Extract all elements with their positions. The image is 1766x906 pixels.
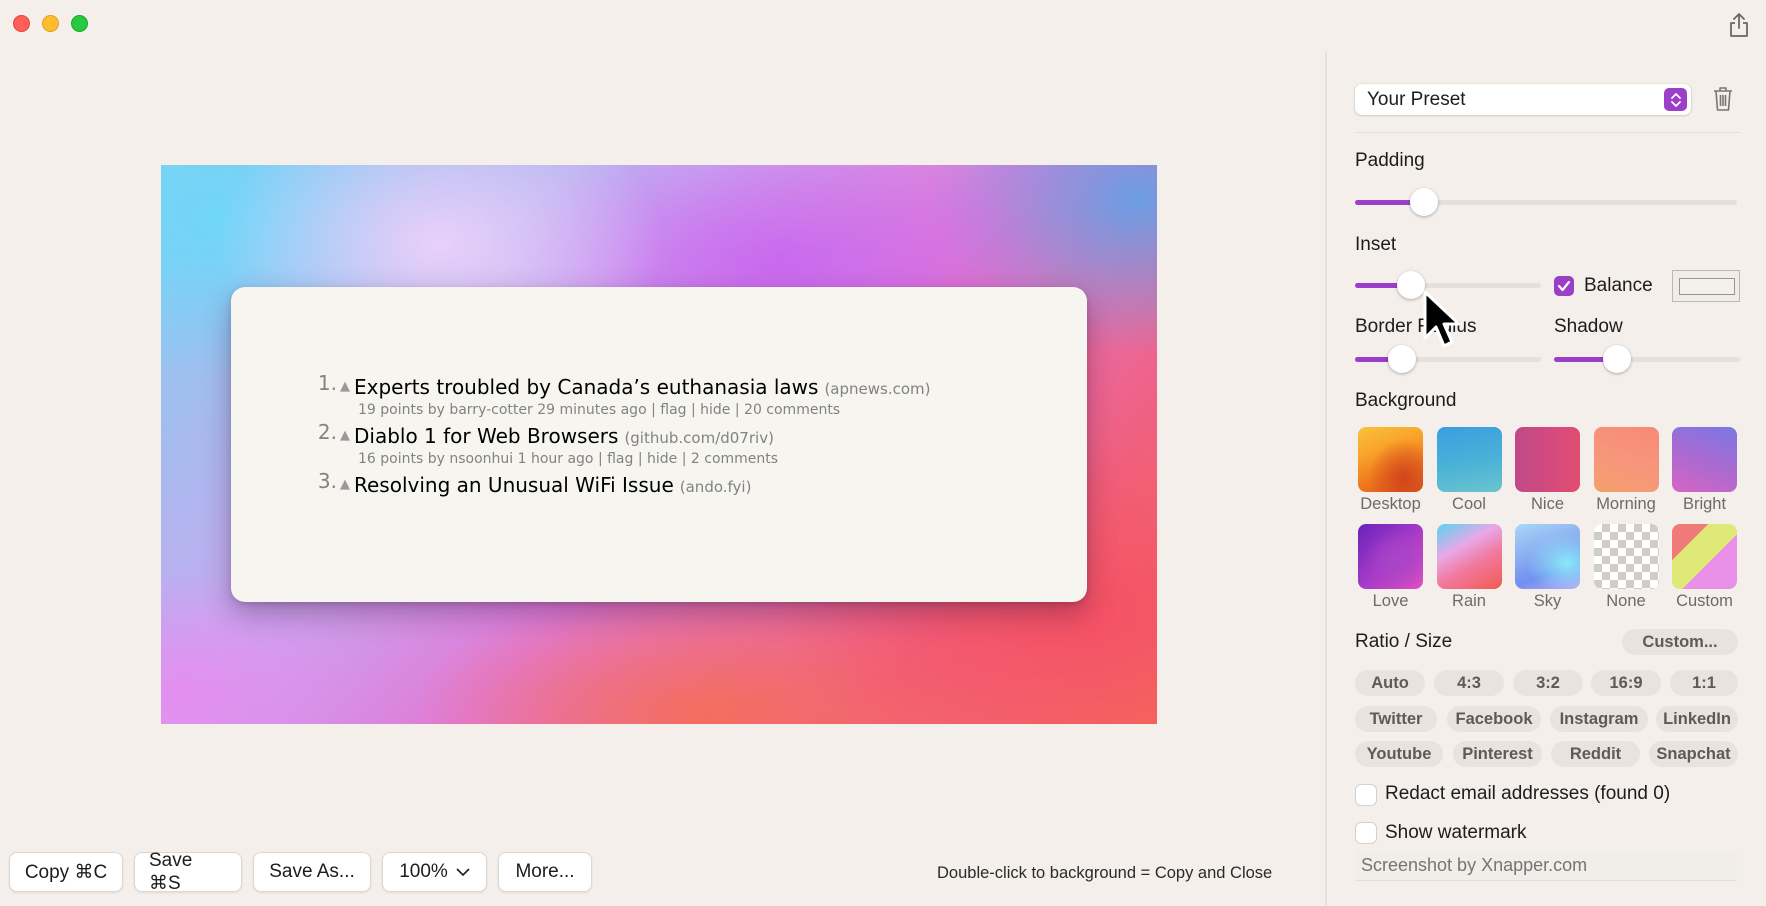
- size-instagram[interactable]: Instagram: [1550, 706, 1648, 732]
- settings-sidebar: Your Preset Padding Inset Balance Border…: [1355, 0, 1740, 906]
- sidebar-divider: [1325, 52, 1327, 906]
- story-rank: 3.: [317, 469, 337, 493]
- story-subtext: 16 points by nsoonhui 1 hour ago | flag …: [358, 451, 779, 467]
- background-none[interactable]: None: [1593, 524, 1659, 611]
- slider-knob[interactable]: [1387, 345, 1416, 373]
- show-watermark-label: Show watermark: [1385, 822, 1527, 843]
- list-item: 1. ▲ Experts troubled by Canada’s euthan…: [309, 371, 931, 418]
- story-subtext: 19 points by barry-cotter 29 minutes ago…: [358, 402, 841, 418]
- padding-slider[interactable]: [1355, 188, 1737, 216]
- size-reddit[interactable]: Reddit: [1551, 741, 1640, 767]
- size-snapchat[interactable]: Snapchat: [1649, 741, 1738, 767]
- background-custom[interactable]: Custom: [1672, 524, 1737, 611]
- shadow-label: Shadow: [1554, 316, 1623, 337]
- background-bright[interactable]: Bright: [1672, 427, 1737, 514]
- shadow-slider[interactable]: [1554, 345, 1740, 373]
- background-love[interactable]: Love: [1358, 524, 1423, 611]
- trash-icon: [1714, 87, 1732, 111]
- zoom-window-button[interactable]: [71, 15, 88, 32]
- background-sky[interactable]: Sky: [1515, 524, 1580, 611]
- list-item: 3. ▲ Resolving an Unusual WiFi Issue (an…: [309, 469, 931, 497]
- close-window-button[interactable]: [13, 15, 30, 32]
- size-linkedin[interactable]: LinkedIn: [1656, 706, 1738, 732]
- story-rank: 2.: [317, 420, 337, 444]
- border-radius-slider[interactable]: [1355, 345, 1541, 373]
- padding-label: Padding: [1355, 150, 1425, 171]
- ratio-size-label: Ratio / Size: [1355, 631, 1453, 652]
- border-radius-label: Border Radius: [1355, 316, 1477, 337]
- balance-checkbox[interactable]: [1554, 276, 1574, 296]
- story-site: (apnews.com): [824, 380, 931, 398]
- ratio-1-1[interactable]: 1:1: [1670, 670, 1738, 696]
- upvote-icon: ▲: [340, 428, 350, 443]
- ratio-16-9[interactable]: 16:9: [1591, 670, 1661, 696]
- size-twitter[interactable]: Twitter: [1355, 706, 1437, 732]
- zoom-level-dropdown[interactable]: 100%: [382, 852, 487, 892]
- background-cool[interactable]: Cool: [1436, 427, 1502, 514]
- story-rank: 1.: [317, 371, 337, 395]
- bottom-toolbar: Copy ⌘C Save ⌘S Save As... 100% More...: [9, 850, 592, 894]
- inset-slider[interactable]: [1355, 271, 1541, 299]
- background-desktop[interactable]: Desktop: [1358, 427, 1423, 514]
- background-label: Background: [1355, 390, 1457, 411]
- window-controls: [13, 15, 88, 32]
- ratio-4-3[interactable]: 4:3: [1434, 670, 1504, 696]
- screenshot-canvas[interactable]: 1. ▲ Experts troubled by Canada’s euthan…: [161, 165, 1157, 724]
- size-pinterest[interactable]: Pinterest: [1453, 741, 1542, 767]
- custom-size-button[interactable]: Custom...: [1622, 629, 1738, 655]
- copy-button[interactable]: Copy ⌘C: [9, 852, 123, 892]
- save-button[interactable]: Save ⌘S: [134, 850, 242, 894]
- story-title: Resolving an Unusual WiFi Issue: [354, 473, 674, 497]
- slider-knob[interactable]: [1409, 188, 1438, 216]
- slider-knob[interactable]: [1396, 271, 1425, 299]
- checkmark-icon: [1557, 280, 1571, 292]
- ratio-3-2[interactable]: 3:2: [1513, 670, 1583, 696]
- background-rain[interactable]: Rain: [1436, 524, 1502, 611]
- hn-story-list: 1. ▲ Experts troubled by Canada’s euthan…: [309, 371, 931, 503]
- zoom-level-value: 100%: [399, 861, 448, 882]
- save-as-button[interactable]: Save As...: [253, 852, 371, 892]
- delete-preset-button[interactable]: [1712, 86, 1734, 112]
- redact-email-label: Redact email addresses (found 0): [1385, 783, 1671, 804]
- more-button[interactable]: More...: [498, 852, 592, 892]
- size-youtube[interactable]: Youtube: [1355, 741, 1443, 767]
- up-down-chevron-icon: [1664, 88, 1687, 111]
- background-morning[interactable]: Morning: [1593, 427, 1659, 514]
- size-facebook[interactable]: Facebook: [1447, 706, 1541, 732]
- preset-select[interactable]: Your Preset: [1355, 84, 1691, 115]
- list-item: 2. ▲ Diablo 1 for Web Browsers (github.c…: [309, 420, 931, 467]
- hint-text: Double-click to background = Copy and Cl…: [937, 864, 1273, 882]
- background-options: Desktop Cool Nice Morning Bright Love Ra…: [1358, 427, 1737, 611]
- background-nice[interactable]: Nice: [1515, 427, 1580, 514]
- redact-email-checkbox[interactable]: [1356, 785, 1376, 805]
- story-title: Experts troubled by Canada’s euthanasia …: [354, 375, 819, 399]
- chevron-down-icon: [456, 867, 470, 876]
- minimize-window-button[interactable]: [42, 15, 59, 32]
- watermark-text-input[interactable]: [1355, 851, 1737, 881]
- upvote-icon: ▲: [340, 379, 350, 394]
- inset-color-well[interactable]: [1672, 270, 1740, 302]
- story-site: (github.com/d07riv): [624, 429, 774, 447]
- upvote-icon: ▲: [340, 477, 350, 492]
- show-watermark-checkbox[interactable]: [1356, 823, 1376, 843]
- preset-value: Your Preset: [1367, 88, 1466, 110]
- balance-label: Balance: [1584, 275, 1653, 296]
- screenshot-card: 1. ▲ Experts troubled by Canada’s euthan…: [231, 287, 1087, 602]
- ratio-auto[interactable]: Auto: [1355, 670, 1425, 696]
- story-title: Diablo 1 for Web Browsers: [354, 424, 619, 448]
- story-site: (ando.fyi): [679, 478, 752, 496]
- slider-knob[interactable]: [1603, 345, 1632, 373]
- inset-label: Inset: [1355, 234, 1397, 255]
- section-divider: [1355, 132, 1740, 133]
